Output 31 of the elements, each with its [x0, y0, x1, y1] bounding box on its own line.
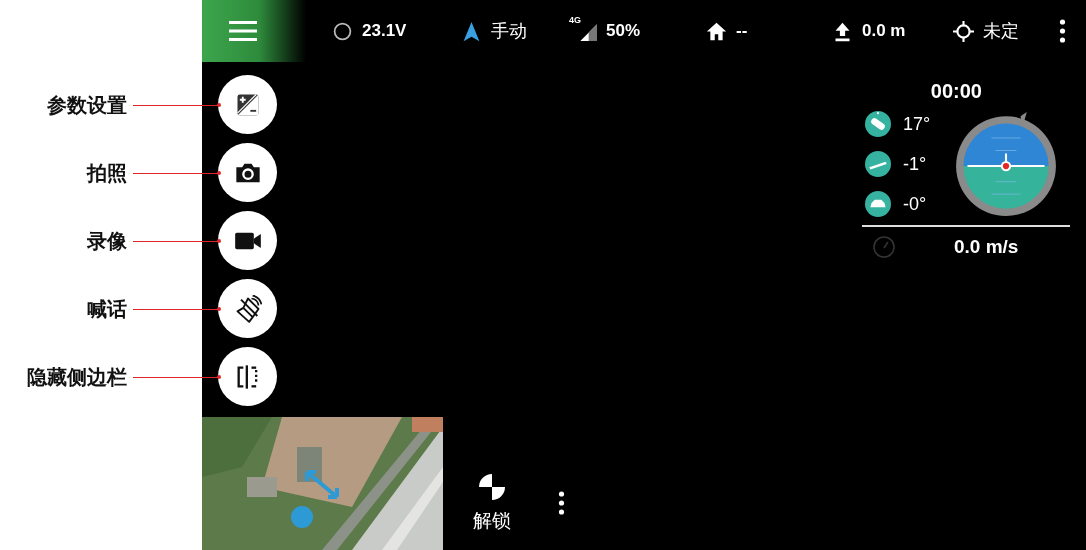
unlock-icon — [479, 474, 505, 500]
battery-ring-icon — [332, 20, 353, 42]
yaw-icon — [865, 191, 891, 217]
angle-value: -0° — [903, 193, 927, 215]
more-icon[interactable] — [558, 491, 565, 515]
callout-label: 隐藏侧边栏 — [26, 365, 127, 390]
menu-button[interactable] — [202, 0, 306, 62]
status-value: 未定 — [983, 20, 1019, 43]
status-value: 50% — [606, 21, 641, 41]
callout-label: 参数设置 — [46, 93, 127, 118]
callout-label: 拍照 — [85, 161, 127, 186]
navigation-arrow-icon — [461, 20, 482, 42]
menu-icon — [229, 21, 257, 41]
unlock-button[interactable]: 解锁 — [473, 474, 511, 534]
status-value: 0.0 m — [862, 21, 906, 41]
speed-value: 0.0 m/s — [954, 236, 1019, 258]
home-icon — [706, 20, 727, 42]
pitch-icon — [865, 151, 891, 177]
speedometer-icon — [872, 235, 896, 259]
angle-value: -1° — [903, 153, 927, 175]
status-value: 23.1V — [362, 21, 407, 41]
callout-label: 喊话 — [86, 297, 127, 322]
crosshair-icon — [953, 20, 974, 42]
status-value: 手动 — [491, 20, 527, 43]
callout-label: 录像 — [86, 229, 127, 254]
more-icon[interactable] — [1059, 19, 1066, 43]
flight-timer: 00:00 — [930, 80, 982, 103]
angle-value: 17° — [903, 113, 931, 135]
status-value: -- — [736, 21, 748, 41]
roll-icon — [865, 111, 891, 137]
network-label: 4G — [569, 15, 581, 25]
